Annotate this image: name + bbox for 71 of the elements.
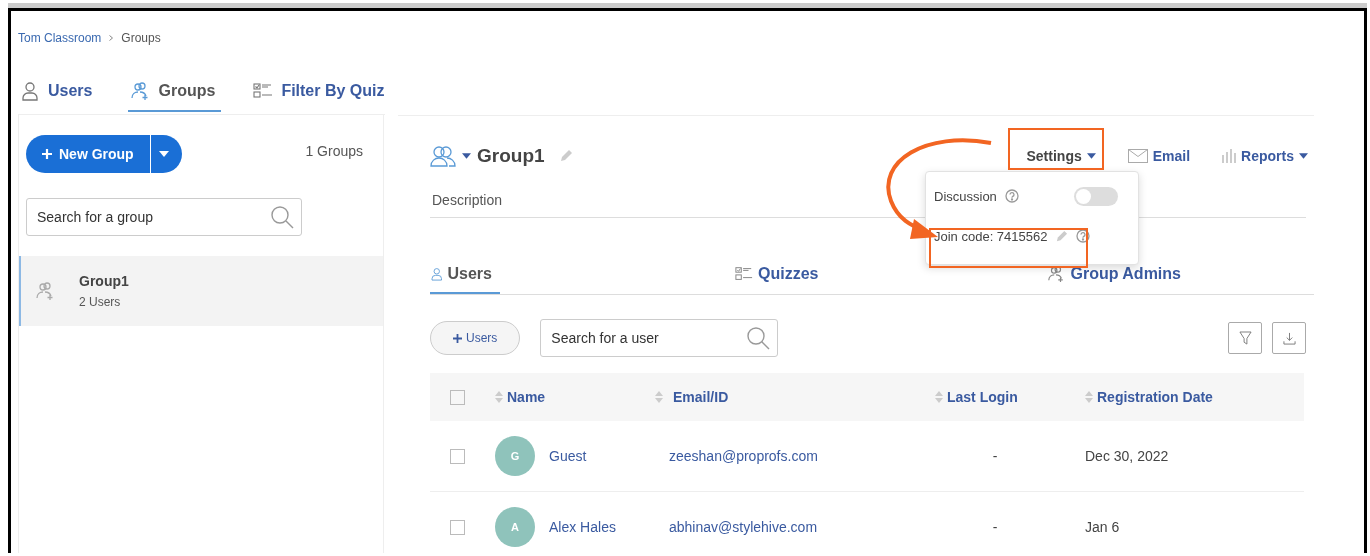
caret-icon [159,151,170,157]
sort-icon [655,391,663,403]
table-cell-text: - [991,519,999,535]
sort-icon [935,391,943,403]
column-header[interactable]: Registration Date [1085,389,1265,405]
search-icon [270,205,294,229]
group-title: Group1 [477,145,545,167]
content-tab[interactable]: Users [430,256,500,294]
users-plus-icon [35,281,55,301]
filter-icon [1238,330,1252,346]
sort-icon [495,391,503,403]
search-icon [746,326,771,350]
group-user-count: 2 Users [79,295,122,309]
nav-tab[interactable]: Users [18,72,99,112]
caret-icon [462,153,471,159]
user-icon [20,81,40,101]
table-cell-text: - [991,448,999,464]
users-icon [430,145,456,167]
nav-tab[interactable]: Filter By Quiz [251,72,391,112]
pencil-icon[interactable] [558,149,573,163]
user-name-link[interactable]: Guest [549,448,587,464]
pencil-icon[interactable] [1055,229,1069,243]
plus-icon [453,333,462,343]
avatar-initial: A [495,507,535,547]
join-code: Join code: 7415562 [934,228,1048,244]
group-count: 1 Groups [305,143,363,159]
download-icon [1282,331,1296,345]
setting-label: Discussion [934,188,997,204]
user-search-field[interactable]: Search for a user [540,319,779,357]
content-tab[interactable]: Group Admins [1046,256,1189,294]
table-cell-text: Jan 6 [1085,519,1121,535]
reports-dropdown[interactable]: Reports [1222,148,1308,164]
envelope-icon [1127,149,1148,163]
checklist-icon [734,265,754,283]
user-name-link[interactable]: Alex Hales [549,519,616,535]
avatar-initial: G [495,436,535,476]
select-all-checkbox[interactable] [450,389,465,405]
users-plus-icon [130,81,151,101]
new-group-button[interactable]: New Group [26,135,150,173]
breadcrumb-current: Groups [121,31,161,45]
nav-tab[interactable]: Groups [128,72,222,112]
row-checkbox[interactable] [450,448,465,464]
settings-dropdown[interactable]: Settings [1026,148,1096,164]
email-link[interactable]: zeeshan@proprofs.com [669,448,818,464]
filter-button[interactable] [1228,322,1262,354]
sort-icon [1085,391,1093,403]
user-icon [430,265,444,283]
help-icon[interactable] [1076,229,1091,243]
breadcrumb-link[interactable]: Tom Classroom [18,31,102,45]
caret-icon [1086,153,1096,159]
email-link[interactable]: abhinav@stylehive.com [669,519,818,535]
help-icon[interactable] [1004,189,1019,203]
column-header[interactable]: Email/ID [655,389,935,405]
column-header[interactable]: Last Login [935,389,1085,405]
download-button[interactable] [1272,322,1306,354]
column-header[interactable]: Name [495,389,655,405]
chevron-icon [109,35,114,41]
group-name: Group1 [79,273,129,289]
discussion-toggle[interactable] [1074,186,1118,206]
table-cell-text: Dec 30, 2022 [1085,448,1170,464]
checklist-icon [253,81,274,101]
plus-icon [42,149,52,159]
add-users-button[interactable]: Users [430,321,521,355]
bar-chart-icon [1222,149,1237,163]
dropdown-button[interactable] [149,135,182,173]
group-search-field[interactable]: Search for a group [26,198,302,236]
row-checkbox[interactable] [450,519,465,535]
content-tab[interactable]: Quizzes [734,256,827,294]
caret-icon [1299,153,1308,159]
email-button[interactable]: Email [1127,148,1191,164]
group-list-item[interactable]: Group1 2 Users [19,256,383,326]
